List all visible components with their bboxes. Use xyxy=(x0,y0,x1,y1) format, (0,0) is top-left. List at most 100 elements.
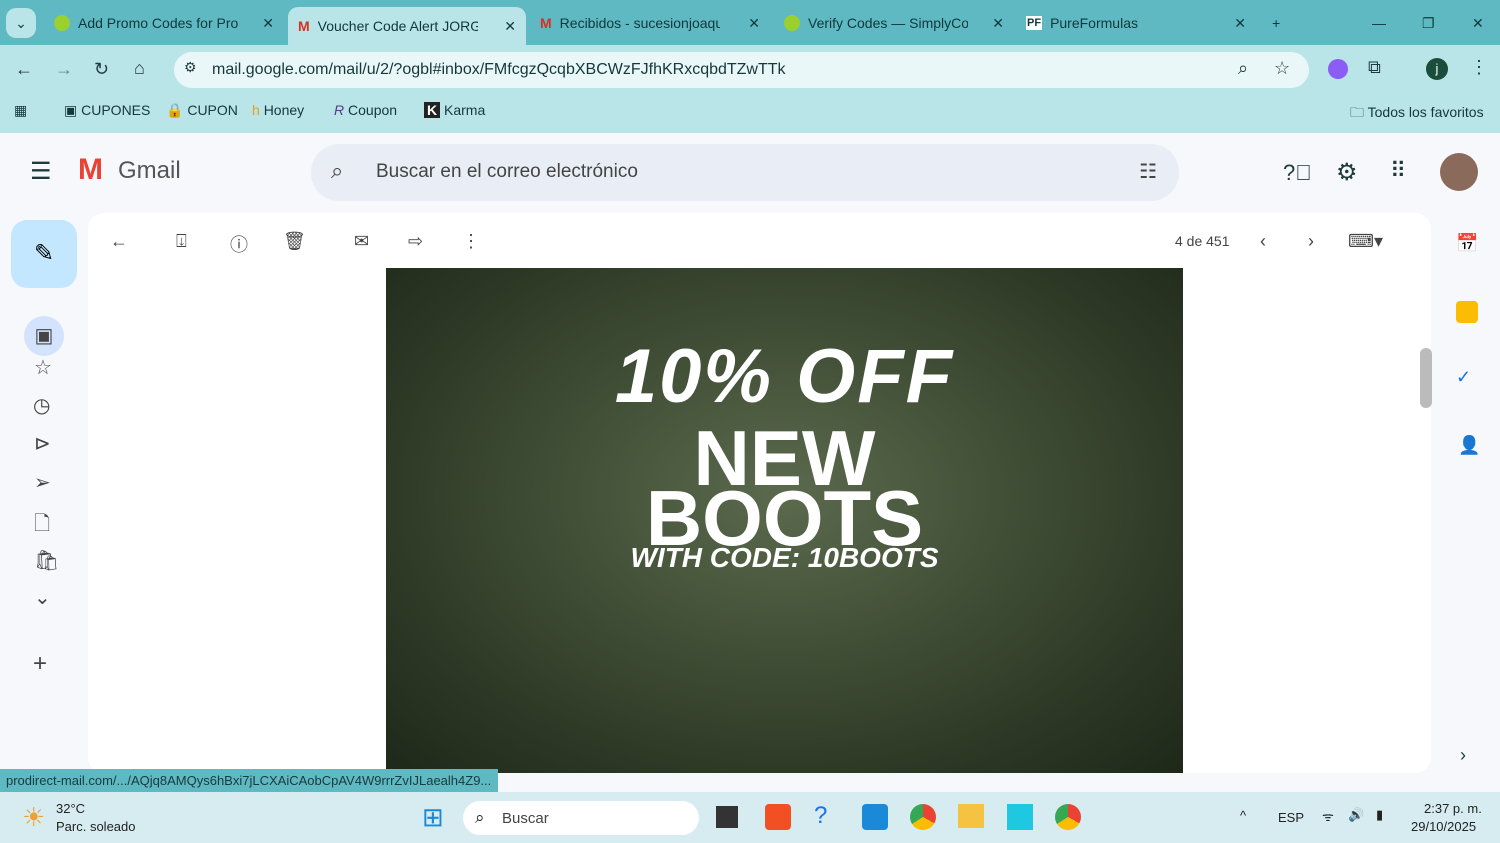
close-icon[interactable]: ✕ xyxy=(992,15,1004,32)
clock-date[interactable]: 29/10/2025 xyxy=(1411,819,1476,834)
site-info-icon[interactable]: ⚙ xyxy=(184,59,197,76)
tab-strip: ⌄ Add Promo Codes for Pro:Direct✕ MVouch… xyxy=(0,0,1500,45)
bookmark-star-icon[interactable]: ☆ xyxy=(1274,58,1290,79)
forward-icon[interactable]: → xyxy=(55,59,73,80)
google-apps-icon[interactable]: ⠿ xyxy=(1390,158,1406,184)
start-icon[interactable]: ⊞ xyxy=(422,802,444,833)
add-label-icon[interactable]: + xyxy=(33,650,47,678)
back-to-inbox-icon[interactable]: ← xyxy=(110,231,128,252)
snoozed-icon[interactable]: ◷ xyxy=(33,393,50,418)
hidden-icons-chevron[interactable]: ^ xyxy=(1240,808,1246,823)
search-input[interactable]: Buscar en el correo electrónico ⌕ ☷ xyxy=(311,144,1179,201)
apps-icon[interactable]: ▦ xyxy=(14,102,27,119)
profile-avatar[interactable]: j xyxy=(1426,58,1448,80)
bookmark-honey[interactable]: h Honey xyxy=(252,102,304,118)
bookmark-cupon[interactable]: 🔒 CUPON xyxy=(166,102,238,119)
close-icon[interactable]: ✕ xyxy=(748,15,760,32)
battery-icon[interactable]: ▮ xyxy=(1376,807,1383,823)
bookmark-cupones[interactable]: ▣ CUPONES xyxy=(64,102,150,119)
main-menu-icon[interactable]: ☰ xyxy=(30,157,52,186)
move-to-icon[interactable]: ⇨ xyxy=(408,231,423,252)
security-icon[interactable] xyxy=(862,804,888,830)
file-explorer-icon[interactable] xyxy=(958,804,984,828)
new-tab-button[interactable]: + xyxy=(1262,8,1290,38)
app-icon[interactable] xyxy=(1007,804,1033,830)
search-options-icon[interactable]: ☷ xyxy=(1139,159,1157,184)
more-options-icon[interactable]: ⋮ xyxy=(462,231,480,252)
gmail-logo[interactable]: Gmail xyxy=(118,157,181,185)
weather-desc[interactable]: Parc. soleado xyxy=(56,819,136,834)
close-icon[interactable]: ✕ xyxy=(262,15,274,32)
report-spam-icon[interactable]: ⓘ xyxy=(230,231,248,257)
gmail-icon: M xyxy=(298,18,310,34)
delete-icon[interactable]: 🗑 xyxy=(283,231,306,252)
bookmark-karma[interactable]: K Karma xyxy=(424,102,485,118)
tab-4[interactable]: PF PureFormulas ✕ xyxy=(1016,8,1256,38)
menu-icon[interactable]: ⋮ xyxy=(1470,57,1488,78)
promo-image[interactable]: 10% OFF NEW BOOTS WITH CODE: 10BOOTS xyxy=(386,268,1183,773)
taskbar: ☀ 32°C Parc. soleado ⊞ ⌕ Buscar ? ^ ESP … xyxy=(0,792,1500,843)
message-counter: 4 de 451 xyxy=(1175,233,1230,249)
chrome-icon[interactable] xyxy=(910,804,936,830)
account-avatar[interactable] xyxy=(1440,153,1478,191)
purchases-icon[interactable]: 🛍 xyxy=(34,548,59,573)
inbox-icon[interactable]: ▣ xyxy=(24,316,64,356)
crunchyroll-icon[interactable] xyxy=(765,804,791,830)
browser-toolbar: ← → ↻ ⌂ mail.google.com/mail/u/2/?ogbl#i… xyxy=(0,45,1500,133)
drafts-icon[interactable]: 🗋 xyxy=(34,509,50,543)
more-chevron-icon[interactable]: ⌄ xyxy=(34,585,51,610)
help-icon[interactable]: ?⃝ xyxy=(1283,160,1312,186)
keep-icon[interactable] xyxy=(1456,301,1478,323)
close-window-button[interactable]: ✕ xyxy=(1462,8,1494,38)
expand-panel-icon[interactable]: › xyxy=(1460,745,1466,766)
scrollbar[interactable] xyxy=(1420,348,1432,408)
clock-time[interactable]: 2:37 p. m. xyxy=(1424,801,1482,816)
calendar-icon[interactable]: 📅 xyxy=(1456,233,1478,254)
tab-0[interactable]: Add Promo Codes for Pro:Direct✕ xyxy=(44,8,284,38)
gmail-logo-icon: M xyxy=(78,153,103,186)
extensions-icon[interactable]: ⧉ xyxy=(1368,57,1381,78)
chrome-icon[interactable] xyxy=(1055,804,1081,830)
compose-button[interactable]: ✎ xyxy=(11,220,77,288)
simplycodes-icon xyxy=(784,15,800,31)
close-icon[interactable]: ✕ xyxy=(1234,15,1246,32)
input-tools-icon[interactable]: ⌨▾ xyxy=(1348,231,1383,252)
restore-button[interactable]: ❐ xyxy=(1412,8,1445,38)
taskbar-search[interactable]: ⌕ Buscar xyxy=(463,801,699,835)
help-app-icon[interactable]: ? xyxy=(814,802,827,830)
important-icon[interactable]: ⊳ xyxy=(34,431,51,456)
extension-icon[interactable] xyxy=(1328,59,1348,79)
volume-icon[interactable]: 🔊 xyxy=(1348,807,1364,823)
sent-icon[interactable]: ➢ xyxy=(34,470,51,495)
newer-icon[interactable]: ‹ xyxy=(1260,231,1266,252)
address-bar[interactable]: mail.google.com/mail/u/2/?ogbl#inbox/FMf… xyxy=(174,52,1309,88)
bookmark-coupon[interactable]: R Coupon xyxy=(334,102,397,118)
tab-1[interactable]: M Voucher Code Alert JORGE ✕ xyxy=(288,7,526,45)
all-bookmarks[interactable]: 🗀 Todos los favoritos xyxy=(1350,102,1484,126)
mark-unread-icon[interactable]: ✉ xyxy=(354,231,369,252)
tab-search-button[interactable]: ⌄ xyxy=(6,8,36,38)
weather-temp[interactable]: 32°C xyxy=(56,801,85,816)
zoom-icon[interactable]: ⌕ xyxy=(1238,58,1248,79)
wifi-icon[interactable]: ᯤ xyxy=(1322,807,1334,825)
back-icon[interactable]: ← xyxy=(15,59,33,80)
home-icon[interactable]: ⌂ xyxy=(134,58,145,79)
starred-icon[interactable]: ☆ xyxy=(34,355,52,380)
archive-icon[interactable]: ⍗ xyxy=(176,231,187,252)
reload-icon[interactable]: ↻ xyxy=(94,59,109,80)
language-indicator[interactable]: ESP xyxy=(1278,810,1304,825)
contacts-icon[interactable]: 👤 xyxy=(1458,435,1480,456)
settings-icon[interactable]: ⚙ xyxy=(1336,158,1358,187)
tab-3[interactable]: Verify Codes — SimplyCodes✕ xyxy=(774,8,1014,38)
app-icon[interactable] xyxy=(716,806,738,828)
close-icon[interactable]: ✕ xyxy=(504,18,516,35)
tab-2[interactable]: M Recibidos - sucesionjoaquin ✕ xyxy=(530,8,770,38)
link-status-bar: prodirect-mail.com/.../AQjq8AMQys6hBxi7j… xyxy=(0,769,498,792)
search-icon[interactable]: ⌕ xyxy=(331,158,343,184)
simplycodes-icon xyxy=(54,15,70,31)
tasks-icon[interactable]: ✓ xyxy=(1456,367,1471,388)
pureformulas-icon: PF xyxy=(1026,16,1043,30)
older-icon[interactable]: › xyxy=(1308,231,1314,252)
minimize-button[interactable]: — xyxy=(1362,8,1396,38)
gmail-icon: M xyxy=(540,15,552,31)
